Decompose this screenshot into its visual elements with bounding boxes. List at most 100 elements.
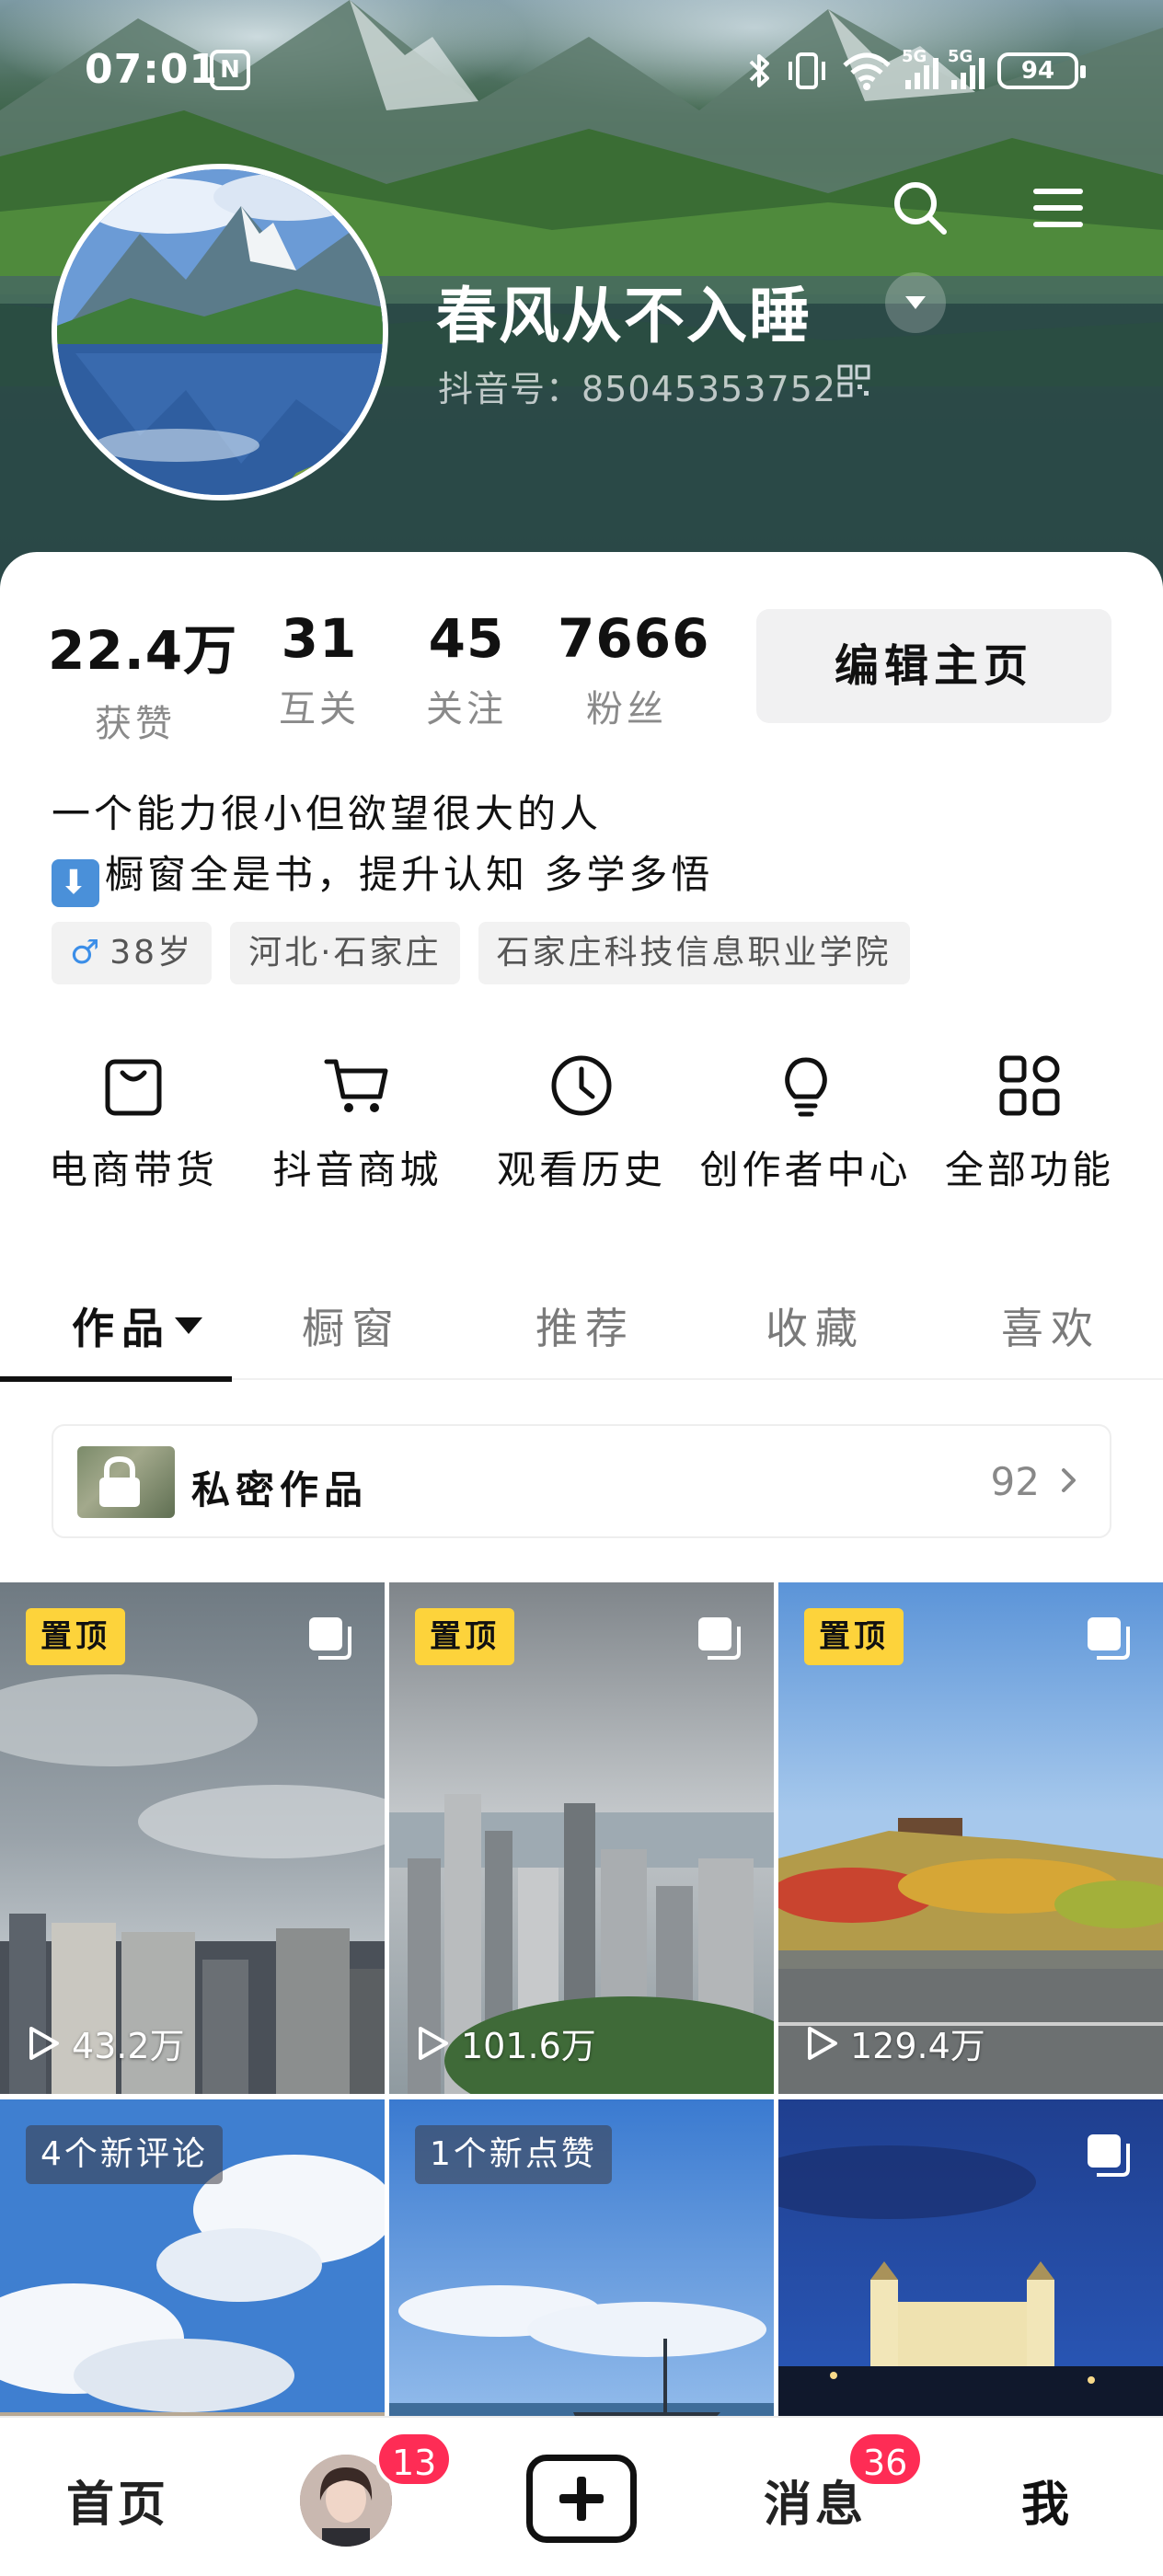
play-icon — [419, 2026, 448, 2060]
cart-icon — [324, 1059, 387, 1112]
multi-image-icon — [309, 1617, 351, 1660]
stat-value: 45 — [428, 607, 505, 670]
multi-image-icon — [698, 1617, 741, 1660]
nav-home[interactable]: 首页 — [66, 2466, 169, 2535]
video-thumbnail[interactable] — [778, 2099, 1163, 2458]
stat-mutual[interactable]: 31 互关 — [269, 607, 370, 747]
signal-1-network-label: 5G — [902, 47, 927, 66]
play-count-text: 129.4万 — [850, 2026, 985, 2066]
video-thumbnail[interactable]: 置顶 101.6万 — [389, 1582, 774, 2094]
battery-indicator: 94 — [997, 52, 1086, 89]
stat-followers[interactable]: 7666 粉丝 — [558, 607, 710, 747]
lock-icon — [99, 1455, 140, 1507]
stat-value: 7666 — [558, 607, 710, 670]
age-text: 38岁 — [109, 934, 194, 972]
cellular-signal-2-icon: 5G — [948, 47, 985, 89]
feature-mall[interactable]: 抖音商城 — [252, 1049, 464, 1195]
tab-recommend[interactable]: 推荐 — [535, 1295, 635, 1356]
play-count-text: 43.2万 — [72, 2026, 185, 2066]
douyin-id[interactable]: 抖音号：85045353752 — [438, 361, 836, 411]
stat-value: 31 — [281, 607, 358, 670]
feature-label: 抖音商城 — [272, 1147, 443, 1192]
school-tag: 石家庄科技信息职业学院 — [478, 922, 910, 984]
vibrate-icon — [789, 52, 825, 89]
qr-code-icon[interactable] — [837, 364, 870, 397]
stat-likes[interactable]: 22.4万 获赞 — [48, 607, 238, 747]
tab-likes[interactable]: 喜欢 — [1001, 1295, 1100, 1356]
search-icon[interactable] — [887, 175, 953, 241]
bio-line-2-text: 橱窗全是书，提升认知 多学多悟 — [105, 852, 714, 897]
stat-label: 获赞 — [95, 703, 176, 745]
age-gender-tag: ♂ 38岁 — [52, 922, 213, 984]
bottom-navigation: 首页 13 消息 36 我 — [0, 2416, 1163, 2576]
signal-2-network-label: 5G — [948, 47, 973, 66]
feature-label: 全部功能 — [944, 1147, 1114, 1192]
wifi-icon — [843, 52, 891, 90]
video-grid: 置顶 43.2万 置顶 101.6万 置顶 129.4万 4个新评论 1个新点赞 — [0, 1582, 1163, 2458]
friends-notification-badge: 13 — [375, 2431, 454, 2488]
play-count-text: 101.6万 — [461, 2026, 596, 2066]
active-tab-indicator — [0, 1376, 232, 1382]
video-thumbnail[interactable]: 置顶 129.4万 — [778, 1582, 1163, 2094]
private-works-label: 私密作品 — [191, 1467, 369, 1512]
chevron-right-icon — [1062, 1468, 1076, 1492]
feature-shortcuts: 电商带货 抖音商城 观看历史 创作者中心 全部功能 — [28, 1049, 1135, 1195]
male-gender-icon: ♂ — [70, 934, 103, 972]
feature-all[interactable]: 全部功能 — [924, 1049, 1135, 1195]
tab-works[interactable]: 作品 — [72, 1295, 202, 1356]
feature-label: 创作者中心 — [699, 1147, 912, 1192]
profile-bio: 一个能力很小但欲望很大的人 ⬇ 橱窗全是书，提升认知 多学多悟 — [52, 784, 713, 907]
nav-me[interactable]: 我 — [1021, 2466, 1073, 2535]
stat-following[interactable]: 45 关注 — [416, 607, 517, 747]
bio-line-2: ⬇ 橱窗全是书，提升认知 多学多悟 — [52, 845, 713, 907]
stat-value: 22.4万 — [48, 619, 238, 682]
play-icon — [29, 2026, 59, 2060]
new-comments-badge: 4个新评论 — [26, 2125, 223, 2184]
feature-creator-center[interactable]: 创作者中心 — [700, 1049, 912, 1195]
status-icons: 5G 5G 94 — [747, 47, 1086, 94]
feature-ecommerce[interactable]: 电商带货 — [28, 1049, 239, 1195]
play-count: 43.2万 — [22, 2018, 185, 2068]
new-likes-badge: 1个新点赞 — [415, 2125, 612, 2184]
account-switch-caret-icon[interactable] — [885, 272, 946, 333]
stat-label: 关注 — [426, 688, 507, 730]
shopping-bag-icon — [105, 1059, 162, 1116]
username[interactable]: 春风从不入睡 — [436, 267, 812, 355]
play-count: 129.4万 — [800, 2018, 985, 2068]
feature-label: 电商带货 — [48, 1147, 218, 1192]
bio-line-1: 一个能力很小但欲望很大的人 — [52, 791, 603, 836]
location-tag: 河北·石家庄 — [230, 922, 460, 984]
multi-image-icon — [1088, 2134, 1130, 2177]
nfc-icon: N — [210, 50, 250, 90]
profile-stats: 22.4万 获赞 31 互关 45 关注 7666 粉丝 — [48, 607, 710, 747]
play-icon — [808, 2026, 837, 2060]
down-arrow-emoji-icon: ⬇ — [52, 859, 99, 907]
profile-avatar[interactable] — [52, 164, 388, 500]
edit-profile-button[interactable]: 编辑主页 — [756, 609, 1111, 723]
cellular-signal-1-icon: 5G — [902, 47, 938, 89]
pinned-badge: 置顶 — [26, 1608, 125, 1665]
private-works-entry[interactable]: 私密作品 92 — [52, 1424, 1111, 1538]
status-bar: 07:01 N 5G 5G 94 — [0, 37, 1163, 110]
video-thumbnail[interactable]: 4个新评论 — [0, 2099, 385, 2458]
grid-apps-icon — [999, 1055, 1060, 1116]
feature-label: 观看历史 — [496, 1147, 666, 1192]
multi-image-icon — [1088, 1617, 1130, 1660]
tab-label: 作品 — [72, 1304, 171, 1353]
pinned-badge: 置顶 — [804, 1608, 904, 1665]
lightbulb-icon — [784, 1057, 827, 1117]
create-post-button[interactable] — [526, 2455, 637, 2543]
content-tabs: 作品 橱窗 推荐 收藏 喜欢 — [0, 1279, 1163, 1380]
video-thumbnail[interactable]: 1个新点赞 — [389, 2099, 774, 2458]
video-thumbnail[interactable]: 置顶 43.2万 — [0, 1582, 385, 2094]
avatar-landscape-image — [57, 169, 383, 495]
stat-label: 粉丝 — [586, 688, 667, 730]
profile-tags: ♂ 38岁 河北·石家庄 石家庄科技信息职业学院 — [52, 922, 910, 984]
feature-history[interactable]: 观看历史 — [476, 1049, 687, 1195]
messages-notification-badge: 36 — [846, 2431, 925, 2488]
tab-favorites[interactable]: 收藏 — [766, 1295, 865, 1356]
pinned-badge: 置顶 — [415, 1608, 514, 1665]
menu-icon[interactable] — [1025, 180, 1091, 236]
tab-showcase[interactable]: 橱窗 — [302, 1295, 401, 1356]
clock-icon — [551, 1055, 612, 1116]
